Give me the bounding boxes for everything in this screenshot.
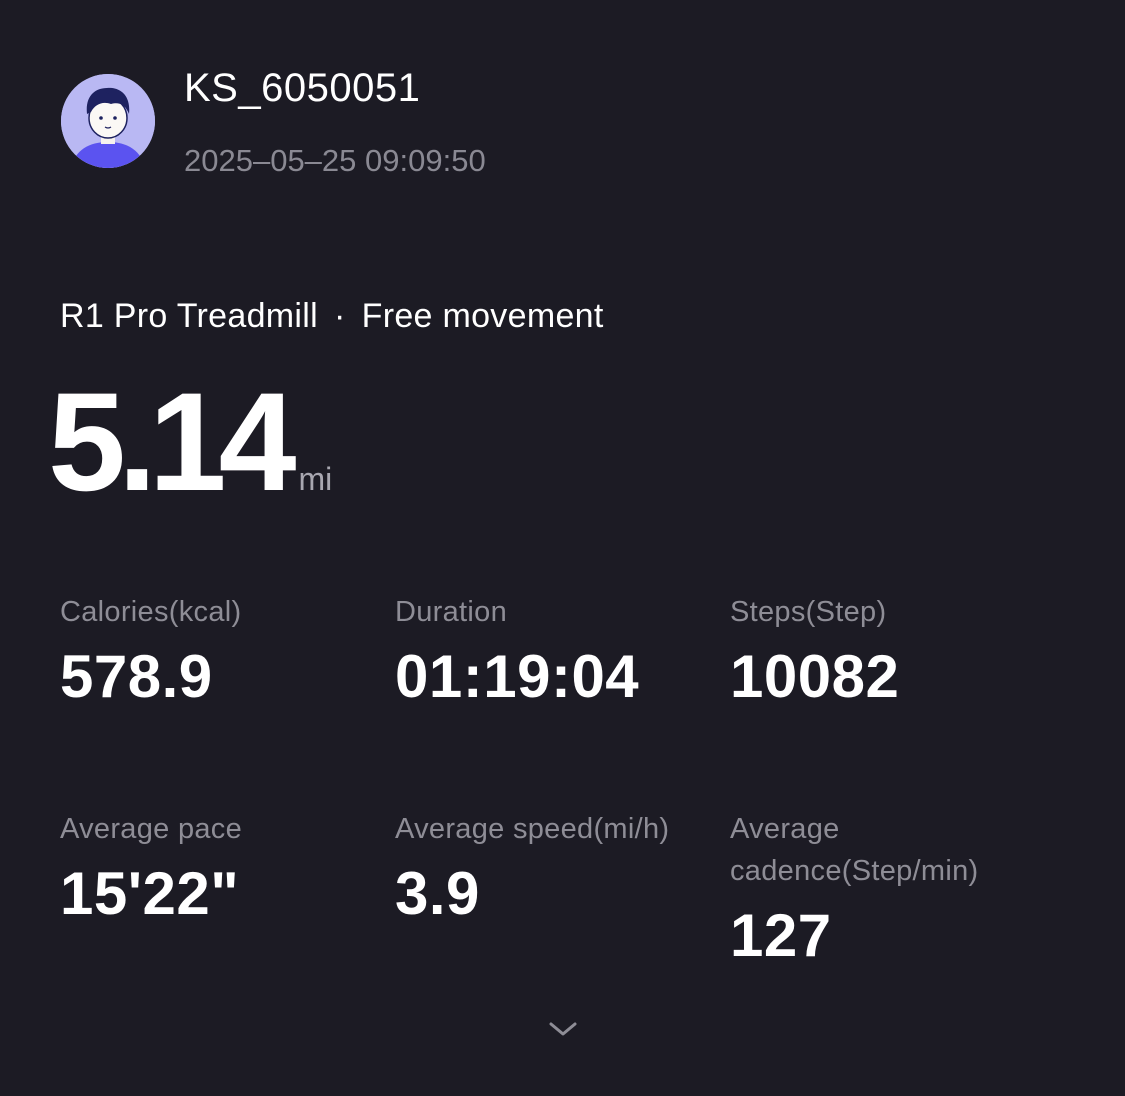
workout-mode: Free movement <box>361 297 604 335</box>
avatar[interactable] <box>61 74 155 168</box>
metric-label: Calories(kcal) <box>60 596 242 628</box>
distance-value: 5.14 <box>48 363 297 520</box>
metric-average-speed: Average speed(mi/h) 3.9 <box>395 808 715 924</box>
metric-average-pace: Average pace 15'22" <box>60 808 390 924</box>
metric-label: Average cadence(Step/min) <box>730 813 979 887</box>
metric-label: Average pace <box>60 813 243 845</box>
distance-unit: mi <box>298 461 333 497</box>
metric-value: 15'22" <box>60 860 240 927</box>
avatar-icon <box>61 74 155 168</box>
metric-label: Average speed(mi/h) <box>395 813 670 845</box>
distance: 5.14 mi <box>48 372 332 512</box>
metric-value: 127 <box>730 902 832 969</box>
metric-calories: Calories(kcal) 578.9 <box>60 591 390 707</box>
workout-timestamp: 2025–05–25 09:09:50 <box>184 143 486 178</box>
metric-value: 01:19:04 <box>395 643 640 710</box>
separator: · <box>334 297 346 335</box>
metric-label: Duration <box>395 596 508 628</box>
username: KS_6050051 <box>184 66 421 110</box>
metric-steps: Steps(Step) 10082 <box>730 591 1060 707</box>
metric-average-cadence: Average cadence(Step/min) 127 <box>730 808 1030 966</box>
metric-value: 578.9 <box>60 643 213 710</box>
metric-duration: Duration 01:19:04 <box>395 591 725 707</box>
device-name: R1 Pro Treadmill <box>60 297 318 335</box>
metric-value: 3.9 <box>395 860 480 927</box>
expand-button[interactable] <box>546 1018 580 1040</box>
metric-label: Steps(Step) <box>730 596 887 628</box>
chevron-down-icon <box>549 1022 577 1036</box>
activity-title: R1 Pro Treadmill · Free movement <box>60 297 604 336</box>
metric-value: 10082 <box>730 643 900 710</box>
